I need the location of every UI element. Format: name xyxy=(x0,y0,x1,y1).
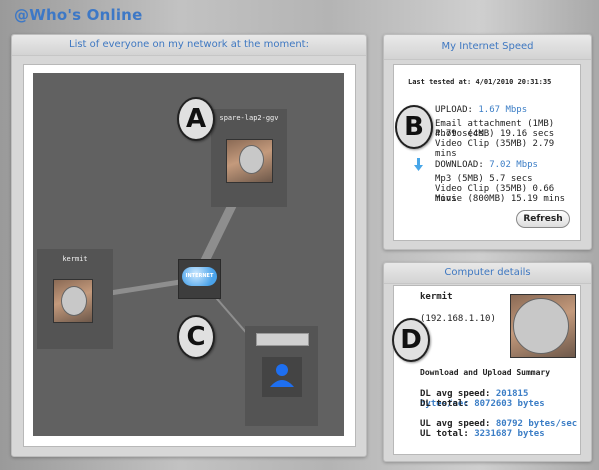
upload-item-label: Video Clip (35MB) xyxy=(435,139,528,149)
upload-item: Video Clip (35MB) 2.79 mins xyxy=(435,139,580,159)
network-map: spare-lap2-ggv kermit INTERNET A C xyxy=(33,73,344,436)
callout-c: C xyxy=(177,315,215,359)
download-heading: DOWNLOAD: 7.02 Mbps xyxy=(435,160,538,170)
hub-label: INTERNET xyxy=(185,273,214,279)
upload-item-label: Email attachment (1MB) xyxy=(435,119,555,129)
device-node-unknown[interactable] xyxy=(245,326,318,426)
callout-a: A xyxy=(177,97,215,141)
download-item-label: Mp3 (5MB) xyxy=(435,174,484,184)
download-item-label: Movie (800MB) xyxy=(435,194,506,204)
download-label: DOWNLOAD: xyxy=(435,160,484,170)
upload-heading: UPLOAD: 1.67 Mbps xyxy=(435,105,527,115)
upload-item-value: 19.16 secs xyxy=(500,129,555,139)
user-avatar-placeholder xyxy=(262,357,302,397)
blurred-face xyxy=(513,298,569,354)
computer-details-content: kermit (192.168.1.10) Download and Uploa… xyxy=(392,285,581,455)
dl-total: DL total: 8072603 bytes xyxy=(420,399,545,409)
dl-avg-label: DL avg speed: xyxy=(420,389,491,399)
device-name-box xyxy=(256,333,309,346)
device-name: kermit xyxy=(62,255,88,263)
dl-total-value: 8072603 bytes xyxy=(474,399,545,409)
user-icon xyxy=(270,364,294,387)
network-map-frame: spare-lap2-ggv kermit INTERNET A C xyxy=(23,64,356,447)
download-item: Movie (800MB) 15.19 mins xyxy=(435,194,565,204)
internet-speed-panel: My Internet Speed Last tested at: 4/01/2… xyxy=(383,34,592,250)
ul-total: UL total: 3231687 bytes xyxy=(420,429,545,439)
download-item: Mp3 (5MB) 5.7 secs xyxy=(435,174,533,184)
ul-avg-speed: UL avg speed: 80792 bytes/sec xyxy=(420,419,577,429)
ul-avg-label: UL avg speed: xyxy=(420,419,491,429)
upload-item-label: Photo (4MB) xyxy=(435,129,495,139)
download-value: 7.02 Mbps xyxy=(489,160,538,170)
network-panel: List of everyone on my network at the mo… xyxy=(11,34,367,457)
last-tested-value: 4/01/2010 20:31:35 xyxy=(475,78,552,86)
download-item-value: 15.19 mins xyxy=(510,194,566,204)
summary-title: Download and Upload Summary xyxy=(420,368,551,377)
computer-panel-header: Computer details xyxy=(384,263,591,284)
download-arrow-icon xyxy=(414,158,423,171)
network-panel-header: List of everyone on my network at the mo… xyxy=(12,35,366,56)
dl-total-label: DL total: xyxy=(420,399,469,409)
blurred-face xyxy=(239,145,264,174)
blurred-face xyxy=(61,286,87,316)
upload-item: Photo (4MB) 19.16 secs xyxy=(435,129,554,139)
device-node-kermit[interactable]: kermit xyxy=(37,249,113,349)
refresh-button[interactable]: Refresh xyxy=(516,210,570,228)
download-item-value: 5.7 secs xyxy=(489,174,533,184)
last-tested-label: Last tested at: xyxy=(408,78,472,86)
upload-label: UPLOAD: xyxy=(435,105,473,115)
ul-total-label: UL total: xyxy=(420,429,469,439)
app-title: @Who's Online xyxy=(14,6,143,24)
computer-ip: (192.168.1.10) xyxy=(420,314,496,324)
ul-avg-value: 80792 bytes/sec xyxy=(495,419,578,429)
callout-d: D xyxy=(392,318,430,362)
computer-photo xyxy=(510,294,576,358)
internet-hub[interactable]: INTERNET xyxy=(178,259,221,299)
device-node-spare-lap2-ggv[interactable]: spare-lap2-ggv xyxy=(211,109,287,207)
device-photo xyxy=(53,279,93,323)
device-photo xyxy=(226,139,273,183)
computer-name: kermit xyxy=(420,292,453,302)
ul-total-value: 3231687 bytes xyxy=(474,429,545,439)
device-name: spare-lap2-ggv xyxy=(219,114,279,122)
speed-content: Last tested at: 4/01/2010 20:31:35 UPLOA… xyxy=(393,64,581,241)
upload-value: 1.67 Mbps xyxy=(478,105,528,115)
computer-details-panel: Computer details kermit (192.168.1.10) D… xyxy=(383,262,592,462)
speed-panel-header: My Internet Speed xyxy=(384,35,591,60)
last-tested: Last tested at: 4/01/2010 20:31:35 xyxy=(408,78,551,86)
callout-b: B xyxy=(395,105,433,149)
download-item-label: Video Clip (35MB) xyxy=(435,184,528,194)
